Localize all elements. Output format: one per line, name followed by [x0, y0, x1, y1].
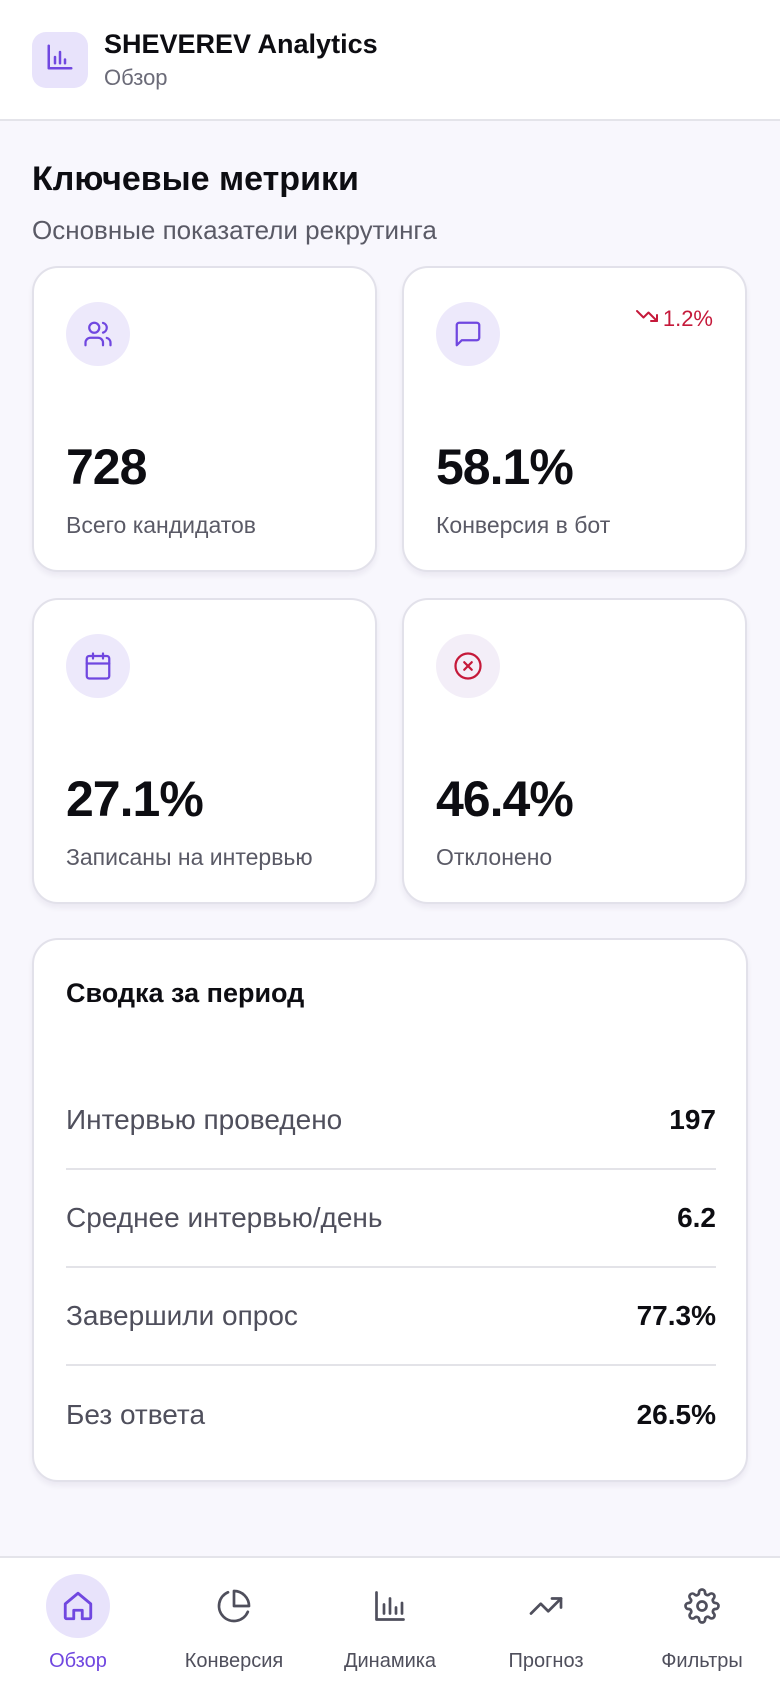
metric-card-candidates[interactable]: 728 Всего кандидатов — [32, 266, 377, 572]
nav-label: Прогноз — [508, 1650, 584, 1672]
metric-label: Всего кандидатов — [66, 512, 257, 538]
calendar-icon — [66, 634, 130, 698]
bottom-nav: Обзор Конверсия Динамика Прогноз Фильтры — [0, 1556, 780, 1688]
row-value: 197 — [669, 1104, 716, 1135]
summary-row-no-response: Без ответа 26.5% — [66, 1366, 716, 1464]
app-logo — [32, 31, 88, 88]
metric-card-rejected[interactable]: 46.4% Отклонено — [402, 598, 747, 904]
summary-card: Сводка за период Интервью проведено 197 … — [32, 938, 748, 1482]
metric-card-interview-booked[interactable]: 27.1% Записаны на интервью — [32, 598, 377, 904]
settings-icon — [670, 1574, 734, 1638]
row-label: Без ответа — [66, 1399, 206, 1430]
trending-up-icon — [514, 1574, 578, 1638]
metric-label: Конверсия в бот — [436, 512, 611, 538]
row-label: Среднее интервью/день — [66, 1202, 383, 1233]
metric-label: Отклонено — [436, 844, 553, 870]
trend-value: 1.2% — [662, 306, 713, 331]
pie-chart-icon — [202, 1574, 266, 1638]
summary-row-avg-interviews: Среднее интервью/день 6.2 — [66, 1170, 716, 1268]
app-header: SHEVEREV Analytics Обзор — [0, 0, 780, 121]
bar-chart-icon — [45, 42, 75, 77]
message-square-icon — [436, 302, 500, 366]
nav-item-forecast[interactable]: Прогноз — [468, 1558, 624, 1688]
section-subtitle: Основные показатели рекрутинга — [32, 215, 437, 245]
row-value: 77.3% — [636, 1300, 716, 1331]
nav-item-filters[interactable]: Фильтры — [624, 1558, 780, 1688]
x-circle-icon — [436, 634, 500, 698]
bar-chart-icon — [358, 1574, 422, 1638]
summary-row-interviews-held: Интервью проведено 197 — [66, 1072, 716, 1170]
home-icon — [46, 1574, 110, 1638]
row-label: Завершили опрос — [66, 1300, 298, 1331]
nav-item-overview[interactable]: Обзор — [0, 1558, 156, 1688]
trend-badge: 1.2% — [635, 304, 713, 334]
app-subtitle: Обзор — [104, 64, 168, 90]
metric-value: 58.1% — [436, 439, 574, 495]
nav-label: Динамика — [343, 1650, 437, 1672]
trending-down-icon — [635, 304, 663, 334]
nav-item-conversion[interactable]: Конверсия — [156, 1558, 312, 1688]
metric-value: 27.1% — [66, 771, 204, 827]
nav-label: Обзор — [49, 1650, 107, 1672]
nav-item-dynamics[interactable]: Динамика — [312, 1558, 468, 1688]
metric-card-bot-conversion[interactable]: 1.2% 58.1% Конверсия в бот — [402, 266, 747, 572]
app-title: SHEVEREV Analytics — [104, 28, 378, 59]
nav-label: Конверсия — [184, 1650, 284, 1672]
nav-label: Фильтры — [661, 1650, 743, 1672]
section-title: Ключевые метрики — [32, 160, 359, 198]
metric-label: Записаны на интервью — [66, 844, 313, 870]
row-value: 6.2 — [677, 1202, 716, 1233]
row-label: Интервью проведено — [66, 1104, 343, 1135]
users-icon — [66, 302, 130, 366]
summary-row-survey-completed: Завершили опрос 77.3% — [66, 1268, 716, 1366]
metric-value: 728 — [66, 439, 147, 495]
summary-title: Сводка за период — [66, 978, 305, 1008]
metric-value: 46.4% — [436, 771, 574, 827]
row-value: 26.5% — [636, 1399, 716, 1430]
